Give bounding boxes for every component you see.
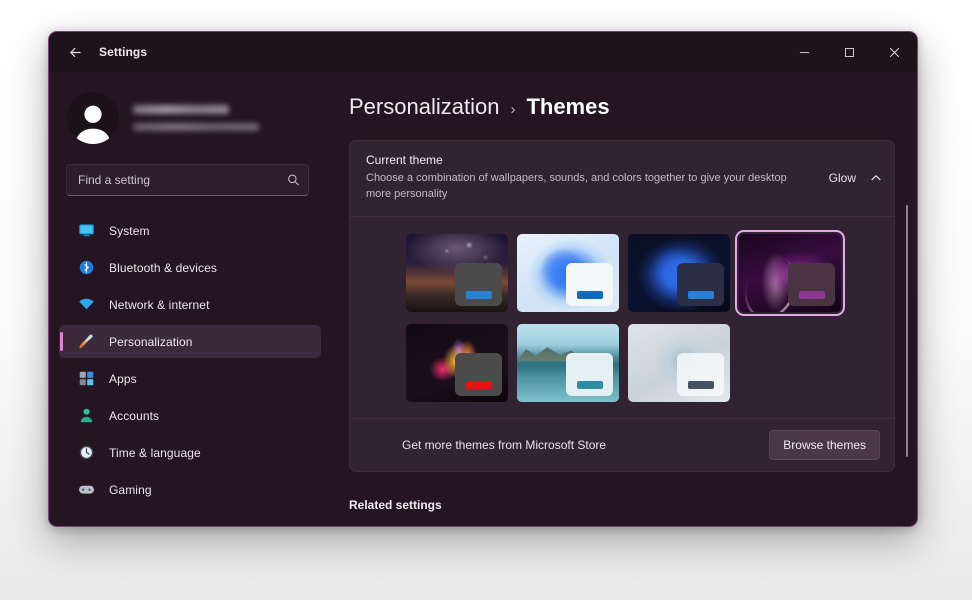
theme-thumbnail-windows-bloom-light[interactable] bbox=[517, 233, 619, 312]
theme-thumbnail-dark-floral[interactable] bbox=[406, 323, 508, 402]
theme-window-preview bbox=[455, 262, 502, 306]
page-title: Themes bbox=[526, 94, 610, 119]
current-theme-description: Choose a combination of wallpapers, soun… bbox=[366, 172, 787, 200]
sidebar-item-bluetooth-devices[interactable]: Bluetooth & devices bbox=[59, 251, 321, 284]
sidebar-item-system[interactable]: System bbox=[59, 214, 321, 247]
theme-row bbox=[406, 229, 894, 316]
browse-themes-button[interactable]: Browse themes bbox=[769, 429, 880, 460]
back-button[interactable] bbox=[59, 37, 91, 67]
microsoft-store-row: Get more themes from Microsoft Store Bro… bbox=[350, 418, 894, 471]
current-theme-title: Current theme bbox=[366, 153, 443, 167]
window-controls bbox=[782, 32, 917, 72]
theme-window-preview bbox=[566, 352, 613, 396]
theme-thumbnail-windows-bloom-dark[interactable] bbox=[628, 233, 730, 312]
display-monitor-icon bbox=[79, 224, 94, 237]
search-container bbox=[66, 164, 309, 196]
sidebar-item-apps[interactable]: Apps bbox=[59, 362, 321, 395]
settings-window: Settings Find a setting System Bluetooth… bbox=[48, 31, 918, 527]
user-avatar-icon bbox=[75, 105, 111, 144]
sidebar-item-label: Time & language bbox=[109, 445, 201, 460]
breadcrumb: Personalization › Themes bbox=[349, 94, 917, 120]
sidebar-item-network-internet[interactable]: Network & internet bbox=[59, 288, 321, 321]
sidebar-item-accounts[interactable]: Accounts bbox=[59, 399, 321, 432]
paintbrush-icon bbox=[78, 334, 93, 348]
account-email-redacted bbox=[133, 123, 259, 131]
bluetooth-icon bbox=[79, 260, 94, 275]
scrollbar-thumb[interactable] bbox=[906, 205, 908, 457]
sidebar-item-label: Apps bbox=[109, 371, 137, 386]
theme-window-preview bbox=[455, 352, 502, 396]
theme-window-preview bbox=[788, 262, 835, 306]
theme-row bbox=[406, 323, 894, 402]
sidebar-item-label: Accounts bbox=[109, 408, 160, 423]
avatar bbox=[67, 92, 119, 144]
theme-accent-swatch bbox=[687, 380, 714, 389]
theme-thumbnail-flow-ribbons[interactable] bbox=[628, 323, 730, 402]
sidebar-item-label: Personalization bbox=[109, 334, 193, 349]
sidebar: System Bluetooth & devices Networ bbox=[49, 72, 331, 526]
search-box[interactable] bbox=[66, 164, 309, 196]
maximize-button[interactable] bbox=[827, 32, 872, 72]
game-controller-icon bbox=[79, 485, 94, 494]
theme-accent-swatch bbox=[798, 290, 825, 299]
current-theme-text: Current theme Choose a combination of wa… bbox=[366, 153, 829, 203]
theme-accent-swatch bbox=[465, 290, 492, 299]
breadcrumb-parent[interactable]: Personalization bbox=[349, 94, 499, 120]
sidebar-item-time-language[interactable]: Time & language bbox=[59, 436, 321, 469]
sidebar-item-label: Network & internet bbox=[109, 297, 210, 312]
related-settings-heading: Related settings bbox=[349, 497, 442, 512]
close-icon bbox=[889, 47, 900, 57]
minimize-icon bbox=[799, 51, 810, 53]
apps-grid-icon bbox=[79, 371, 94, 386]
theme-thumbnail-glow[interactable] bbox=[735, 229, 845, 316]
sidebar-item-label: Bluetooth & devices bbox=[109, 260, 217, 275]
window-body: System Bluetooth & devices Networ bbox=[49, 72, 917, 526]
theme-thumbnail-lake-landscape[interactable] bbox=[517, 323, 619, 402]
store-row-label: Get more themes from Microsoft Store bbox=[402, 437, 607, 452]
content-scrollbar[interactable] bbox=[902, 80, 912, 520]
app-title: Settings bbox=[99, 45, 148, 59]
theme-accent-swatch bbox=[576, 290, 603, 299]
theme-gallery bbox=[350, 216, 894, 418]
chevron-up-icon bbox=[871, 175, 881, 181]
sidebar-item-personalization[interactable]: Personalization bbox=[59, 325, 321, 358]
search-input[interactable] bbox=[78, 173, 278, 187]
theme-thumbnail-milky-way-landscape[interactable] bbox=[406, 233, 508, 312]
account-name-redacted bbox=[133, 105, 229, 114]
minimize-button[interactable] bbox=[782, 32, 827, 72]
title-bar: Settings bbox=[49, 32, 917, 72]
theme-window-preview bbox=[566, 262, 613, 306]
theme-accent-swatch bbox=[465, 380, 492, 389]
account-person-icon bbox=[80, 408, 93, 423]
theme-window-preview bbox=[677, 352, 724, 396]
breadcrumb-separator-icon: › bbox=[510, 101, 516, 118]
back-arrow-icon bbox=[69, 47, 81, 57]
maximize-icon bbox=[845, 47, 854, 57]
clock-icon bbox=[79, 445, 94, 460]
current-theme-header[interactable]: Current theme Choose a combination of wa… bbox=[350, 141, 894, 216]
sidebar-item-label: System bbox=[109, 223, 150, 238]
theme-window-preview bbox=[677, 262, 724, 306]
expand-collapse-button[interactable] bbox=[870, 172, 882, 184]
sidebar-item-gaming[interactable]: Gaming bbox=[59, 473, 321, 506]
current-theme-card: Current theme Choose a combination of wa… bbox=[349, 140, 895, 472]
sidebar-nav: System Bluetooth & devices Network & int… bbox=[49, 214, 331, 506]
close-button[interactable] bbox=[872, 32, 917, 72]
wifi-icon bbox=[79, 298, 94, 310]
theme-accent-swatch bbox=[687, 290, 714, 299]
account-text bbox=[133, 105, 259, 131]
current-theme-value: Glow bbox=[828, 170, 856, 185]
page-root: Settings Find a setting System Bluetooth… bbox=[0, 0, 972, 600]
theme-accent-swatch bbox=[576, 380, 603, 389]
sidebar-item-label: Gaming bbox=[109, 482, 152, 497]
main-content: Personalization › Themes Current theme C… bbox=[331, 72, 917, 526]
account-tile[interactable] bbox=[67, 92, 331, 144]
